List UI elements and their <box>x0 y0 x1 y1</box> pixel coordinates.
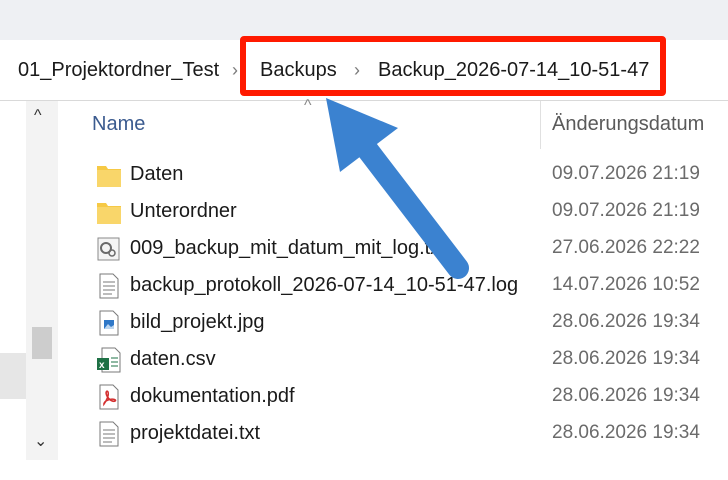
list-item[interactable]: Unterordner 09.07.2026 21:19 <box>60 194 728 230</box>
list-item[interactable]: Daten 09.07.2026 21:19 <box>60 157 728 193</box>
list-item[interactable]: 009_backup_mit_datum_mit_log.txt 27.06.2… <box>60 231 728 267</box>
breadcrumb-separator-icon: › <box>232 60 238 80</box>
breadcrumb-item-backups[interactable]: Backups <box>260 58 337 82</box>
breadcrumb-separator-icon: › <box>354 60 360 80</box>
file-date: 28.06.2026 19:34 <box>552 311 700 332</box>
list-item[interactable]: x daten.csv 28.06.2026 19:34 <box>60 342 728 378</box>
file-name: Unterordner <box>130 200 237 222</box>
column-header-date[interactable]: Änderungsdatum <box>552 113 704 136</box>
file-date: 14.07.2026 10:52 <box>552 274 700 295</box>
svg-text:x: x <box>99 360 105 371</box>
file-list-header: Name ^ Änderungsdatum <box>60 97 728 149</box>
list-item[interactable]: backup_protokoll_2026-07-14_10-51-47.log… <box>60 268 728 304</box>
file-name: 009_backup_mit_datum_mit_log.txt <box>130 237 446 259</box>
file-date: 28.06.2026 19:34 <box>552 385 700 406</box>
list-item[interactable]: dokumentation.pdf 28.06.2026 19:34 <box>60 379 728 415</box>
folder-icon <box>97 166 121 187</box>
breadcrumb-item-current-backup[interactable]: Backup_2026-07-14_10-51-47 <box>378 58 649 82</box>
file-date: 28.06.2026 19:34 <box>552 422 700 443</box>
file-name: daten.csv <box>130 348 216 370</box>
file-date: 28.06.2026 19:34 <box>552 348 700 369</box>
list-item[interactable]: bild_projekt.jpg 28.06.2026 19:34 <box>60 305 728 341</box>
scroll-up-icon[interactable]: ^ <box>34 107 42 125</box>
file-date: 09.07.2026 21:19 <box>552 163 700 184</box>
vertical-scrollbar[interactable]: ^ ⌄ <box>26 101 58 460</box>
sort-ascending-icon: ^ <box>304 97 312 114</box>
pdf-file-icon <box>99 384 119 410</box>
file-date: 27.06.2026 22:22 <box>552 237 700 258</box>
text-file-icon <box>99 273 119 299</box>
script-file-icon <box>97 237 120 261</box>
scroll-down-icon[interactable]: ⌄ <box>34 431 47 451</box>
list-item[interactable]: projektdatei.txt 28.06.2026 19:34 <box>60 416 728 452</box>
file-name: dokumentation.pdf <box>130 385 295 407</box>
folder-icon <box>97 203 121 224</box>
file-name: projektdatei.txt <box>130 422 261 444</box>
file-name: bild_projekt.jpg <box>130 311 265 333</box>
file-name: Daten <box>130 163 184 185</box>
breadcrumb-item-projektordner[interactable]: 01_Projektordner_Test <box>18 58 219 82</box>
excel-file-icon: x <box>97 347 121 373</box>
image-file-icon <box>99 310 119 336</box>
window-top-strip <box>0 0 728 41</box>
file-date: 09.07.2026 21:19 <box>552 200 700 221</box>
scrollbar-thumb[interactable] <box>32 327 52 359</box>
text-file-icon <box>99 421 119 447</box>
column-divider[interactable] <box>540 101 541 149</box>
navigation-pane-selection <box>0 353 26 399</box>
file-name: backup_protokoll_2026-07-14_10-51-47.log <box>130 274 519 296</box>
column-header-name[interactable]: Name <box>92 113 145 136</box>
